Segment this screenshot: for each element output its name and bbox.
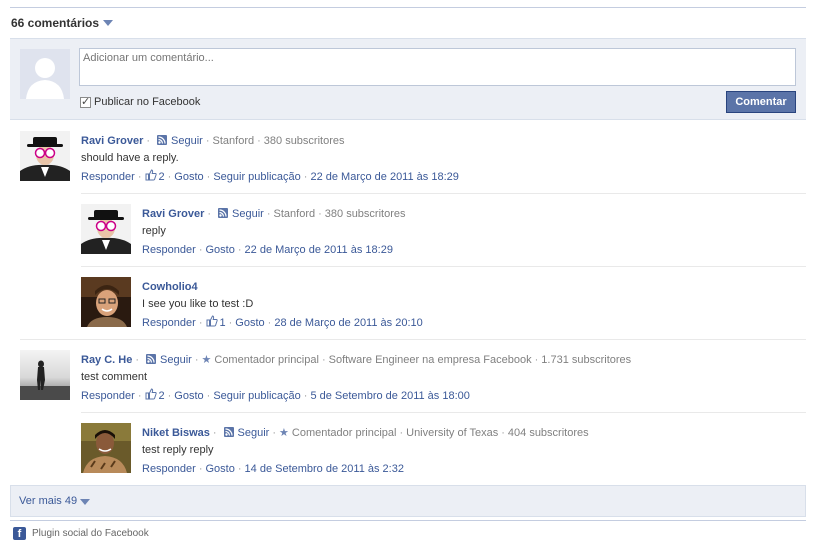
star-icon: ★ [201, 354, 212, 366]
thumb-up-icon [145, 169, 157, 181]
reply-link[interactable]: Responder [81, 171, 135, 183]
rss-icon [223, 427, 234, 438]
view-more-label: Ver mais 49 [19, 495, 78, 507]
reply-link[interactable]: Responder [142, 463, 196, 475]
author-name[interactable]: Ravi Grover [81, 135, 143, 147]
rss-icon [157, 135, 168, 146]
timestamp[interactable]: 22 de Março de 2011 às 18:29 [245, 244, 393, 256]
bottom-rule [10, 520, 806, 521]
avatar[interactable] [81, 277, 131, 327]
comment-count-label: 66 comentários [11, 16, 100, 30]
comment-input[interactable] [79, 48, 796, 86]
author-name[interactable]: Cowholio4 [142, 281, 198, 293]
subscriber-count: 404 subscritores [507, 427, 589, 439]
star-icon: ★ [279, 427, 289, 439]
timestamp[interactable]: 22 de Março de 2011 às 18:29 [310, 171, 458, 183]
top-rule [10, 7, 806, 8]
rss-icon [146, 354, 157, 365]
avatar[interactable] [20, 350, 70, 400]
reply-link[interactable]: Responder [142, 317, 196, 329]
follow-post-link[interactable]: Seguir publicação [213, 171, 300, 183]
follow-link[interactable]: Seguir [232, 208, 264, 220]
author-org: University of Texas [406, 427, 499, 439]
divider [81, 193, 806, 194]
caret-down-icon [80, 499, 90, 505]
thumb-up-icon [145, 388, 157, 400]
comment-text: reply [142, 225, 166, 237]
publish-label: Publicar no Facebook [94, 96, 201, 108]
rss-icon [218, 208, 229, 219]
comment-count-dropdown[interactable]: 66 comentários [11, 16, 114, 30]
comment-text: I see you like to test :D [142, 298, 254, 310]
like-link[interactable]: Gosto [235, 317, 264, 329]
caret-down-icon [103, 19, 114, 26]
like-count[interactable]: 2 [159, 390, 165, 402]
subscriber-count: 380 subscritores [324, 208, 406, 220]
like-link[interactable]: Gosto [174, 171, 203, 183]
comment-text: test reply reply [142, 444, 214, 456]
plugin-label: Plugin social do Facebook [32, 528, 149, 539]
plugin-footer[interactable]: f Plugin social do Facebook [13, 527, 149, 540]
timestamp[interactable]: 14 de Setembro de 2011 às 2:32 [245, 463, 404, 475]
avatar[interactable] [20, 131, 70, 181]
subscriber-count: 1.731 subscritores [541, 354, 632, 366]
top-commenter-badge: Comentador principal [214, 354, 319, 366]
reply-link[interactable]: Responder [81, 390, 135, 402]
like-link[interactable]: Gosto [174, 390, 203, 402]
author-name[interactable]: Ravi Grover [142, 208, 204, 220]
author-org: Software Engineer na empresa Facebook [328, 354, 532, 366]
like-link[interactable]: Gosto [206, 244, 235, 256]
timestamp[interactable]: 28 de Março de 2011 às 20:10 [274, 317, 422, 329]
avatar[interactable] [81, 423, 131, 473]
author-org: Stanford [212, 135, 255, 147]
author-name[interactable]: Ray C. He [81, 354, 132, 366]
comment-submit-button[interactable]: Comentar [726, 91, 796, 113]
subscriber-count: 380 subscritores [263, 135, 345, 147]
follow-link[interactable]: Seguir [171, 135, 203, 147]
avatar[interactable] [81, 204, 131, 254]
follow-link[interactable]: Seguir [238, 427, 270, 439]
divider [20, 339, 806, 340]
author-org: Stanford [273, 208, 316, 220]
divider [81, 266, 806, 267]
divider [81, 412, 806, 413]
thumb-up-icon [206, 315, 218, 327]
comment-composer: Publicar no Facebook Comentar [10, 38, 806, 120]
comment-text: test comment [81, 371, 148, 383]
view-more-button[interactable]: Ver mais 49 [10, 485, 806, 517]
top-commenter-badge: Comentador principal [291, 427, 397, 439]
follow-link[interactable]: Seguir [160, 354, 192, 366]
comment-text: should have a reply. [81, 152, 179, 164]
default-avatar [20, 49, 70, 99]
follow-post-link[interactable]: Seguir publicação [213, 390, 300, 402]
facebook-logo-icon: f [13, 527, 26, 540]
checkbox-checked-icon[interactable] [80, 95, 91, 108]
publish-to-facebook-toggle[interactable]: Publicar no Facebook [80, 95, 201, 108]
like-count[interactable]: 1 [220, 317, 226, 329]
like-link[interactable]: Gosto [206, 463, 235, 475]
reply-link[interactable]: Responder [142, 244, 196, 256]
timestamp[interactable]: 5 de Setembro de 2011 às 18:00 [310, 390, 469, 402]
author-name[interactable]: Niket Biswas [142, 427, 210, 439]
like-count[interactable]: 2 [159, 171, 165, 183]
